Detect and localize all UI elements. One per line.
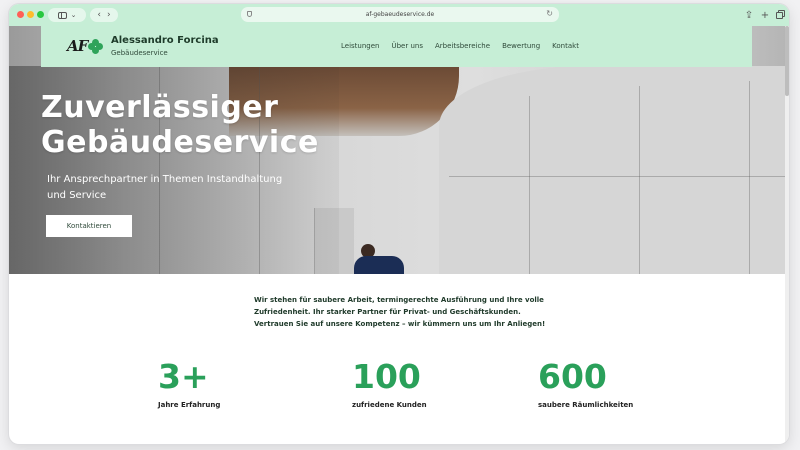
page-scrollbar[interactable] [785, 26, 789, 444]
brand-name: Alessandro Forcina [111, 35, 219, 46]
brand-subtitle: Gebäudeservice [111, 49, 168, 57]
reload-icon[interactable]: ↻ [546, 9, 553, 18]
history-nav: ‹ › [90, 8, 118, 22]
tab-overview-button[interactable] [773, 8, 785, 22]
share-button[interactable]: ⇪ [743, 8, 755, 22]
hero-title-line: Gebäudeservice [41, 125, 319, 160]
zoom-window-button[interactable] [37, 11, 44, 18]
site-header: AF Alessandro Forcina Gebäudeservice Lei… [41, 26, 752, 67]
nav-item-arbeitsbereiche[interactable]: Arbeitsbereiche [435, 42, 490, 50]
stat-value: 100 [352, 357, 421, 396]
stat-experience: 3+ Jahre Erfahrung [158, 357, 221, 410]
new-tab-button[interactable]: + [759, 8, 771, 22]
nav-item-bewertung[interactable]: Bewertung [502, 42, 540, 50]
clover-icon [88, 39, 104, 55]
share-icon: ⇪ [744, 9, 754, 21]
nav-item-ueber-uns[interactable]: Über uns [391, 42, 423, 50]
hero-image-line [749, 81, 750, 274]
hero-title: Zuverlässiger Gebäudeservice [41, 90, 319, 160]
plus-icon: + [760, 9, 770, 21]
logo-text: AF [67, 37, 88, 55]
hero-image-wall [439, 66, 785, 274]
browser-window: ⌄ ‹ › af-gebaeudeservice.de ↻ ⇪ + Zuverl… [9, 4, 789, 444]
nav-item-leistungen[interactable]: Leistungen [341, 42, 379, 50]
scrollbar-thumb[interactable] [785, 26, 789, 96]
hero-subtitle: Ihr Ansprechpartner in Themen Instandhal… [47, 174, 283, 201]
main-nav: Leistungen Über uns Arbeitsbereiche Bewe… [341, 42, 579, 50]
minimize-window-button[interactable] [27, 11, 34, 18]
sidebar-icon [57, 11, 67, 19]
hero-image-line [449, 176, 785, 177]
hero-image-worker [354, 256, 404, 274]
chevron-down-icon: ⌄ [70, 11, 77, 19]
browser-toolbar: ⌄ ‹ › af-gebaeudeservice.de ↻ ⇪ + [9, 4, 789, 26]
close-window-button[interactable] [17, 11, 24, 18]
stat-value: 600 [538, 357, 607, 396]
url-text: af-gebaeudeservice.de [365, 11, 435, 18]
sidebar-toggle-button[interactable]: ⌄ [48, 8, 86, 22]
stat-value: 3+ [158, 357, 209, 396]
tabs-icon [775, 11, 783, 19]
stat-customers: 100 zufriedene Kunden [352, 357, 427, 410]
back-icon[interactable]: ‹ [97, 10, 101, 20]
stat-label: zufriedene Kunden [352, 401, 427, 409]
forward-icon[interactable]: › [107, 10, 111, 20]
address-bar[interactable]: af-gebaeudeservice.de ↻ [241, 7, 559, 22]
hero-title-line: Zuverlässiger [41, 90, 279, 125]
contact-button[interactable]: Kontaktieren [46, 215, 132, 237]
intro-text: Wir stehen für saubere Arbeit, terminger… [254, 296, 546, 328]
stat-rooms: 600 saubere Räumlichkeiten [538, 357, 634, 410]
stat-label: Jahre Erfahrung [158, 401, 221, 409]
logo[interactable]: AF [67, 37, 105, 57]
stat-label: saubere Räumlichkeiten [538, 401, 634, 409]
shield-icon [247, 11, 252, 17]
hero-image-line [529, 96, 530, 274]
hero-image-line [639, 86, 640, 274]
nav-item-kontakt[interactable]: Kontakt [552, 42, 579, 50]
